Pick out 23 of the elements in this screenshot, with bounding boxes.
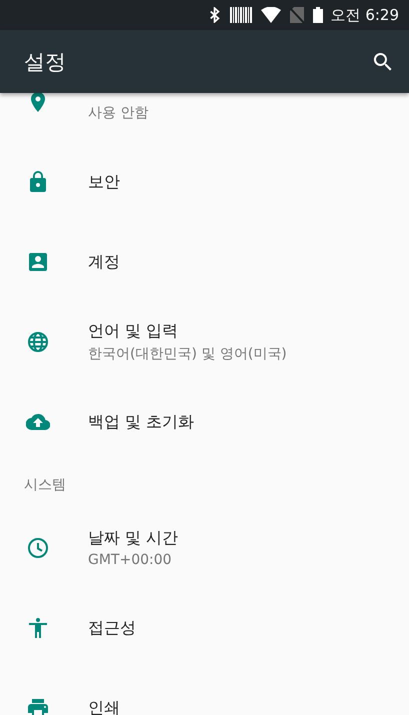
bluetooth-icon <box>208 7 221 23</box>
clock-time: 오전 6:29 <box>330 6 399 24</box>
setting-title[interactable]: 날짜 및 시간 <box>88 528 178 549</box>
section-header: 시스템 <box>24 476 66 494</box>
clock-icon <box>26 536 50 560</box>
accessibility-icon <box>26 616 50 640</box>
setting-title[interactable]: 인쇄 <box>88 698 120 715</box>
setting-title[interactable]: 보안 <box>88 172 120 192</box>
account-box-icon <box>26 250 50 274</box>
setting-title[interactable]: 접근성 <box>88 618 136 638</box>
setting-title[interactable]: 백업 및 초기화 <box>88 412 194 432</box>
setting-title[interactable]: 계정 <box>88 252 120 272</box>
barcode-icon <box>230 7 252 23</box>
globe-icon <box>26 330 50 354</box>
no-sim-icon <box>290 7 304 23</box>
battery-icon <box>312 7 323 23</box>
printer-icon <box>26 696 50 715</box>
setting-summary: GMT+00:00 <box>88 552 173 568</box>
setting-summary: 사용 안함 <box>88 104 148 122</box>
wifi-icon <box>260 7 281 23</box>
screen-title: 설정 <box>24 48 66 76</box>
setting-title[interactable]: 언어 및 입력 <box>88 321 287 342</box>
setting-summary: 한국어(대한민국) 및 영어(미국) <box>88 345 287 363</box>
